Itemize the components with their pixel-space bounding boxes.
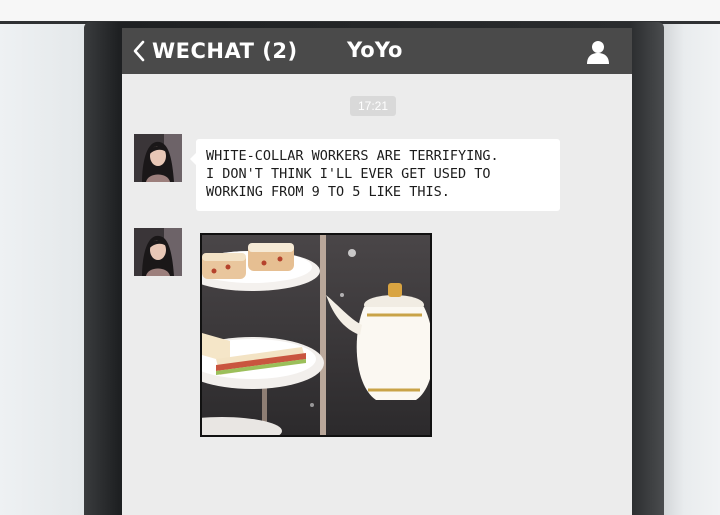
person-icon [587,41,609,64]
back-label: WECHAT (2) [152,39,298,63]
profile-button[interactable] [584,38,612,66]
message-bubble[interactable]: WHITE-COLLAR WORKERS ARE TERRIFYING. I D… [190,139,560,211]
avatar[interactable] [134,228,182,276]
avatar-photo [134,228,182,276]
afternoon-tea-photo [202,235,430,435]
chevron-left-icon [133,40,145,62]
avatar-photo [134,134,182,182]
back-button[interactable]: WECHAT (2) [132,36,298,66]
background-right [660,24,720,515]
message-line: WORKING FROM 9 TO 5 LIKE THIS. [206,184,450,200]
avatar[interactable] [134,134,182,182]
chat-title: YoYo [347,38,403,62]
message-line: I DON'T THINK I'LL EVER GET USED TO [206,166,491,182]
image-message[interactable] [200,233,432,437]
background-top-strip [0,0,720,22]
message-line: WHITE-COLLAR WORKERS ARE TERRIFYING. [206,148,499,164]
message-timestamp: 17:21 [350,96,397,116]
phone-frame: WECHAT (2) YoYo 17:21 WHITE-COLLAR WORKE… [84,22,664,515]
chat-navbar: WECHAT (2) YoYo [122,28,632,74]
chat-screen: WECHAT (2) YoYo 17:21 WHITE-COLLAR WORKE… [122,28,632,515]
background-left [0,24,84,515]
